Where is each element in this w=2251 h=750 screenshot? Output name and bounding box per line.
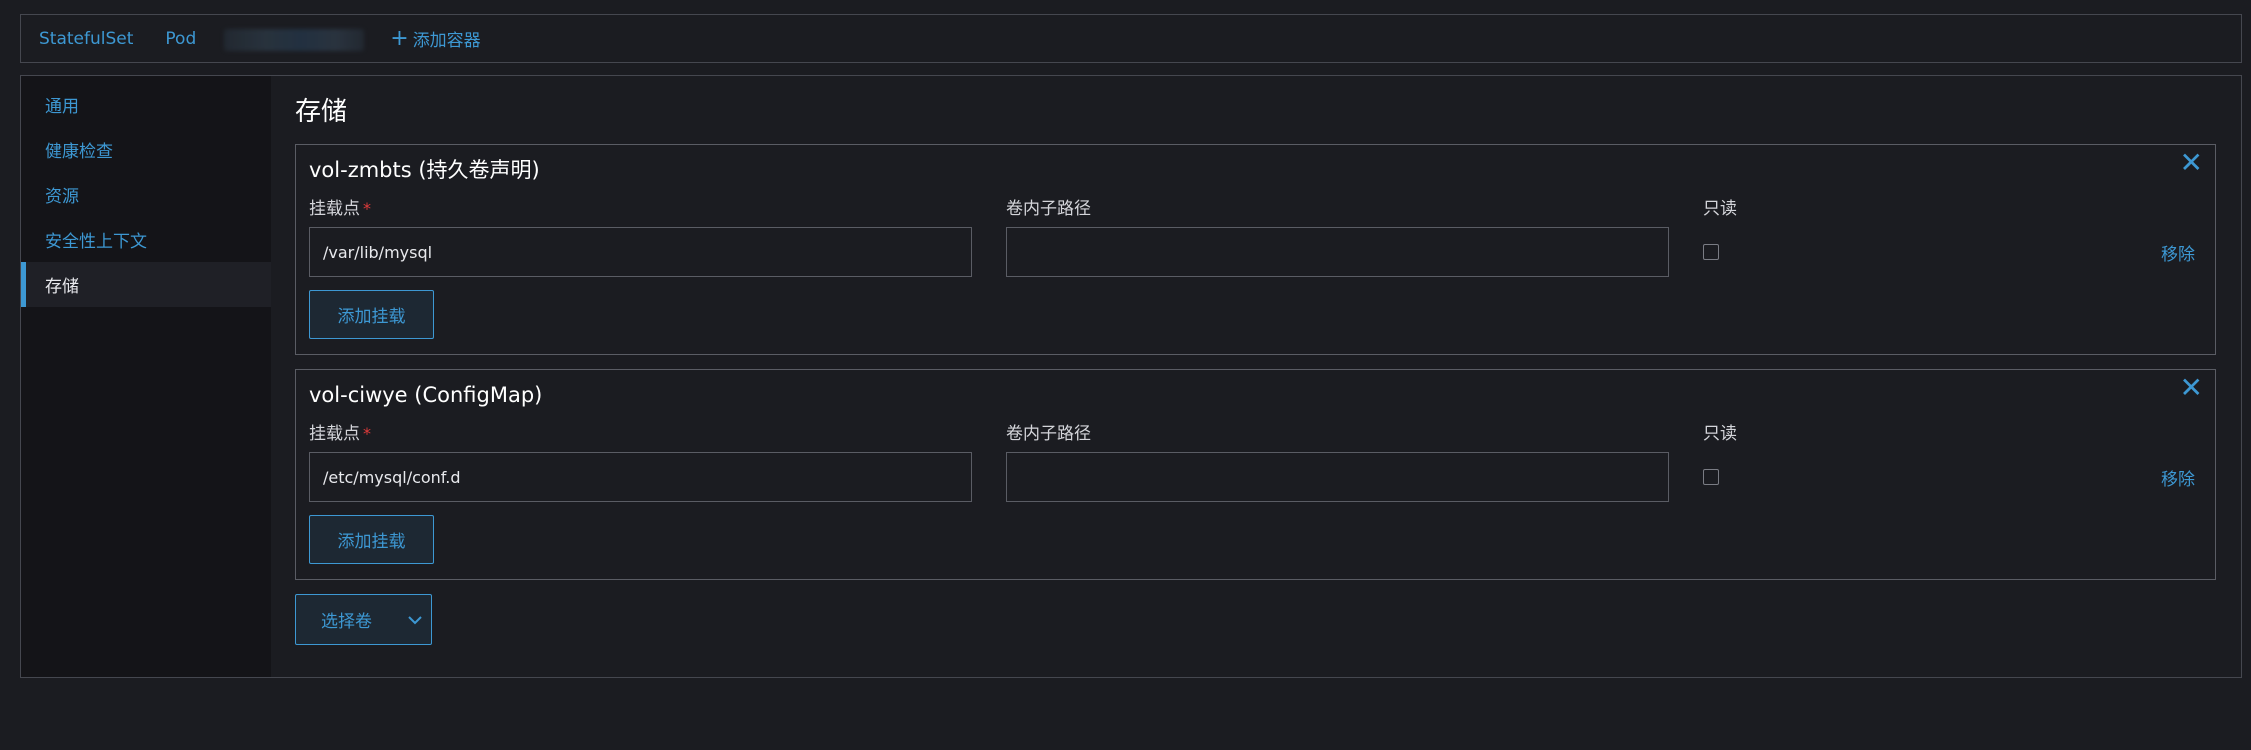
sidebar-item-resources[interactable]: 资源 [21,172,271,217]
editor-frame: 通用 健康检查 资源 安全性上下文 存储 存储 vol-zmbts (持久卷声明… [20,75,2242,678]
storage-panel: 存储 vol-zmbts (持久卷声明) ✕ 挂载点 * 卷内子路径 只读 /v… [271,76,2241,677]
mount-point-input[interactable] [309,227,972,277]
sub-path-label: 卷内子路径 [1006,198,1091,219]
read-only-label: 只读 [1703,423,1737,444]
sidebar-item-general[interactable]: 通用 [21,82,271,127]
select-volume-label: 选择卷 [321,612,372,632]
read-only-label: 只读 [1703,198,1737,219]
chevron-down-icon [400,615,430,625]
add-container-button[interactable]: + 添加容器 [376,15,496,62]
sidebar-item-storage[interactable]: 存储 [21,262,271,307]
read-only-checkbox[interactable] [1703,244,1719,260]
add-mount-button[interactable]: 添加挂载 [309,290,434,339]
sub-path-input[interactable] [1006,452,1669,502]
select-volume-dropdown[interactable]: 选择卷 [295,594,432,645]
volume-card: vol-ciwye (ConfigMap) ✕ 挂载点 * 卷内子路径 只读 /… [295,369,2216,580]
sidebar: 通用 健康检查 资源 安全性上下文 存储 [21,76,271,677]
sub-path-label: 卷内子路径 [1006,423,1091,444]
add-mount-button[interactable]: 添加挂载 [309,515,434,564]
container-tab-bar: StatefulSet Pod + 添加容器 [20,14,2242,63]
remove-mount-link[interactable]: 移除 [2161,465,2195,490]
close-icon[interactable]: ✕ [2180,374,2203,402]
required-marker: * [363,198,371,218]
sub-path-input[interactable] [1006,227,1669,277]
close-icon[interactable]: ✕ [2180,149,2203,177]
read-only-checkbox[interactable] [1703,469,1719,485]
add-container-label: 添加容器 [412,31,481,51]
volume-title: vol-ciwye (ConfigMap) [309,383,543,407]
redacted-name [224,29,365,51]
sidebar-item-security-context[interactable]: 安全性上下文 [21,217,271,262]
mount-point-label: 挂载点 [309,198,360,219]
volume-card: vol-zmbts (持久卷声明) ✕ 挂载点* 卷内子路径 只读 移除 [295,144,2216,355]
mount-point-input[interactable] [309,452,972,502]
tab-container-redacted[interactable] [216,15,372,62]
plus-icon: + [390,25,409,51]
tab-pod[interactable]: Pod [149,15,212,62]
required-marker: * [363,423,371,443]
remove-mount-link[interactable]: 移除 [2161,240,2195,265]
page-title: 存储 [295,97,348,127]
sidebar-item-health-check[interactable]: 健康检查 [21,127,271,172]
mount-point-label: 挂载点 [309,423,360,444]
volume-title: vol-zmbts (持久卷声明) [309,158,540,182]
tab-statefulset[interactable]: StatefulSet [21,15,149,62]
